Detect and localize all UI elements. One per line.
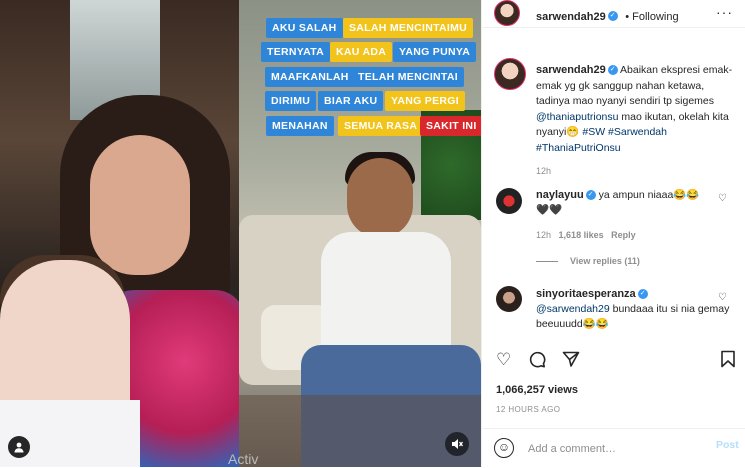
caption-mention[interactable]: @thaniaputrionsu xyxy=(536,111,618,123)
commenter-avatar[interactable] xyxy=(496,188,522,214)
verified-badge-icon: ✓ xyxy=(637,289,648,300)
action-bar: ♡ xyxy=(482,350,745,370)
comment-input[interactable] xyxy=(526,439,700,459)
author-avatar[interactable] xyxy=(494,0,520,26)
lyric-chip: SAKIT INI xyxy=(420,116,481,136)
comment: naylayuu ✓ ya ampun niaaa😂😂 🖤🖤 12h 1,618 … xyxy=(536,188,736,243)
duet-left-video xyxy=(0,0,239,467)
comment-mention[interactable]: @sarwendah29 xyxy=(536,303,610,315)
comment-time: 12h xyxy=(536,230,552,240)
floor xyxy=(239,395,481,467)
lyric-chip: YANG PUNYA xyxy=(393,42,477,62)
heart-icon[interactable]: ♡ xyxy=(496,350,511,370)
lyric-chip: DIRIMU xyxy=(265,91,317,111)
reply-line xyxy=(536,261,558,263)
post-media[interactable]: AKU SALAH SALAH MENCINTAIMU TERNYATA KAU… xyxy=(0,0,481,467)
lyric-chip: MAAFKANLAH xyxy=(265,67,355,87)
more-options-icon[interactable]: ··· xyxy=(716,4,733,20)
post-sidebar: sarwendah29 ✓ • Following ··· sarwendah29… xyxy=(481,0,745,467)
boy-head xyxy=(347,158,413,238)
reply-button[interactable]: Reply xyxy=(611,230,636,240)
lyric-chip: TELAH MENCINTAI xyxy=(352,67,464,87)
view-replies[interactable]: View replies (11) xyxy=(536,256,640,266)
verified-badge-icon: ✓ xyxy=(607,10,618,21)
comment-composer: ☺ Post xyxy=(482,428,745,468)
comment-like-icon[interactable]: ♡ xyxy=(718,292,727,303)
verified-badge-icon: ✓ xyxy=(585,190,596,201)
comment-like-icon[interactable]: ♡ xyxy=(718,193,727,204)
view-count[interactable]: 1,066,257 views xyxy=(496,384,578,396)
caption-username[interactable]: sarwendah29 xyxy=(536,64,606,76)
view-replies-label[interactable]: View replies (11) xyxy=(570,256,640,266)
comment-likes[interactable]: 1,618 likes xyxy=(559,230,604,240)
lyric-chip: SALAH MENCINTAIMU xyxy=(343,18,474,38)
comment: sinyoritaesperanza ✓ @sarwendah29 bundaaa… xyxy=(536,287,736,332)
lyric-chip: YANG PERGI xyxy=(385,91,465,111)
caption-time: 12h xyxy=(536,166,552,176)
woman-face xyxy=(90,135,190,275)
comment-icon[interactable] xyxy=(528,350,546,373)
lyric-chip: TERNYATA xyxy=(261,42,331,62)
user-tag-icon[interactable] xyxy=(8,436,30,458)
author-username[interactable]: sarwendah29 xyxy=(536,11,606,23)
caption-avatar[interactable] xyxy=(494,58,526,90)
muted-speaker-icon[interactable] xyxy=(445,432,469,456)
lyric-chip: SEMUA RASA xyxy=(338,116,424,136)
share-icon[interactable] xyxy=(562,350,580,373)
activate-overlay-text: Activ xyxy=(228,451,259,467)
commenter-avatar[interactable] xyxy=(496,286,522,312)
post-comment-button[interactable]: Post xyxy=(716,439,739,451)
separator-dot: • xyxy=(622,11,633,23)
post-header: sarwendah29 ✓ • Following ··· xyxy=(482,0,745,28)
lyric-chip: MENAHAN xyxy=(266,116,334,136)
post-timestamp: 12 HOURS AGO xyxy=(496,405,561,414)
following-button[interactable]: Following xyxy=(632,11,678,23)
lyric-chip: BIAR AKU xyxy=(318,91,384,111)
post-caption: sarwendah29 ✓ Abaikan ekspresi emak-emak … xyxy=(536,63,736,180)
comment-username[interactable]: sinyoritaesperanza xyxy=(536,288,636,300)
lyric-chip: KAU ADA xyxy=(330,42,393,62)
lyric-chip: AKU SALAH xyxy=(266,18,343,38)
boy-tshirt xyxy=(321,232,451,362)
comment-username[interactable]: naylayuu xyxy=(536,189,584,201)
smile-icon[interactable]: ☺ xyxy=(494,438,514,458)
bookmark-icon[interactable] xyxy=(720,350,736,373)
verified-badge-icon: ✓ xyxy=(607,65,618,76)
